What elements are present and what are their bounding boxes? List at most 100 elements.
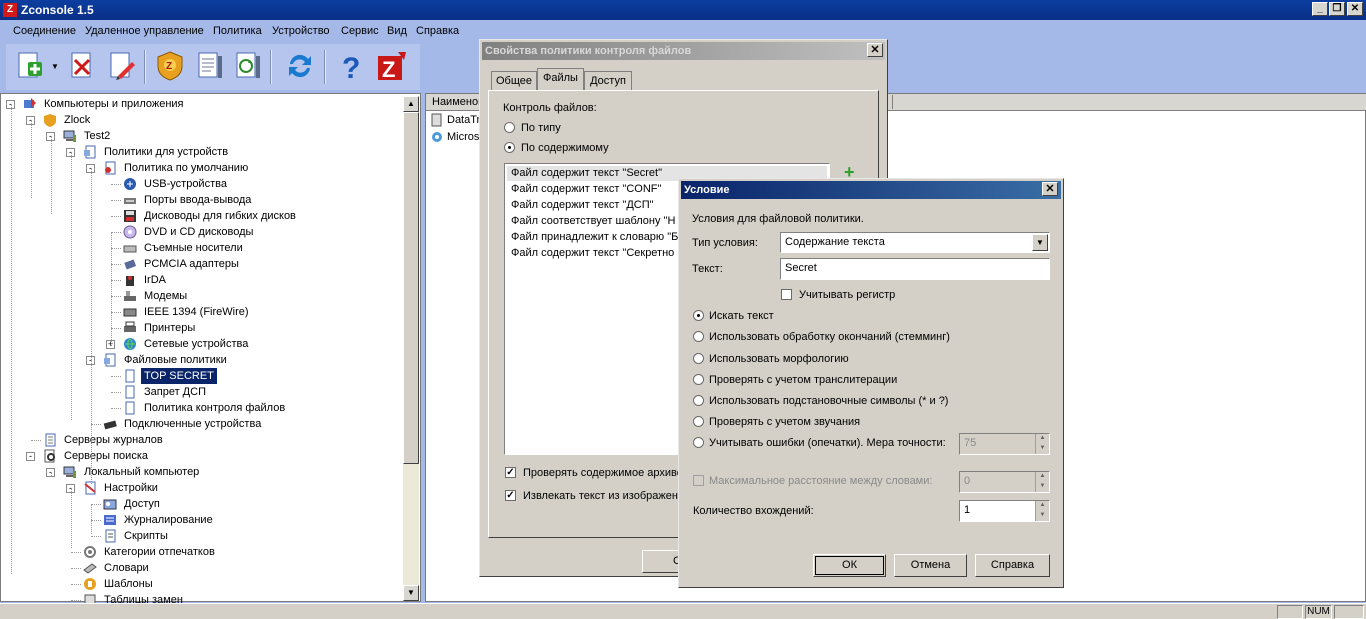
tab-general[interactable]: Общее [491,71,537,91]
tree-node-label: Принтеры [144,322,196,334]
computers-apps-icon [24,98,36,108]
sync-policy-icon[interactable] [232,50,264,82]
tab-files[interactable]: Файлы [537,68,584,91]
menu-device[interactable]: Устройство [272,25,330,37]
condition-item[interactable]: Файл содержит текст "ДСП" [511,199,654,211]
tree-node-label: Словари [104,562,149,574]
tree-connector [91,424,101,425]
zlock-shield-icon[interactable]: Z [154,50,186,82]
scroll-up-icon[interactable]: ▲ [403,96,419,112]
by-type-radio[interactable] [504,122,515,133]
menu-help[interactable]: Справка [416,25,459,37]
tree-connector [111,184,121,185]
ok-button[interactable]: ОК [813,554,886,577]
condition-item[interactable]: Файл соответствует шаблону "Н [511,215,675,227]
help-icon[interactable]: ? [336,50,368,82]
firewire-icon [123,308,137,317]
by-content-radio[interactable] [504,142,515,153]
menu-remote-control[interactable]: Удаленное управление [85,25,204,37]
minimize-button[interactable]: _ [1312,2,1328,16]
cancel-button[interactable]: Отмена [894,554,967,577]
condition-item[interactable]: Файл содержит текст "CONF" [511,183,661,195]
scroll-thumb[interactable] [403,112,419,464]
occurrences-stepper[interactable]: 1 ▲ ▼ [959,500,1050,522]
scripts-icon [105,529,116,543]
case-sensitive-checkbox[interactable] [781,289,792,300]
tree-connector [71,568,81,569]
policy-settings-icon[interactable] [194,50,226,82]
option-radio[interactable] [693,331,704,342]
tree-node-label: USB-устройства [144,178,227,190]
tree-connector [71,600,81,601]
menu-view[interactable]: Вид [387,25,407,37]
option-radio[interactable] [693,374,704,385]
edit-icon[interactable] [106,50,138,82]
policy-dialog-title: Свойства политики контроля файлов [482,42,885,60]
computer-icon [63,130,76,142]
tree-node-label: Модемы [144,290,188,302]
network-devices-icon [124,338,136,350]
tree-node-label: IrDA [144,274,166,286]
condition-item[interactable]: Файл принадлежит к словарю "Б [511,231,678,243]
zecurion-icon[interactable]: Z [376,50,408,82]
max-distance-value: 0 [964,475,971,487]
option-radio[interactable] [693,395,704,406]
tree-connector [91,520,101,521]
scroll-down-icon[interactable]: ▼ [403,585,419,601]
close-app-button[interactable]: ✕ [1347,2,1363,16]
zlock-icon [44,114,56,127]
condition-item[interactable]: Файл содержит текст "Secret" [511,167,662,179]
tree-node-label: Политика по умолчанию [124,162,249,174]
tree-guide-line [31,120,32,198]
tree-connector [111,200,121,201]
condition-item[interactable]: Файл содержит текст "Секретно [511,247,674,259]
restore-button[interactable]: ❐ [1329,2,1345,16]
help-button[interactable]: Справка [975,554,1050,577]
column-name-header[interactable]: Наименов [432,96,484,108]
condition-subtitle: Условия для файловой политики. [692,213,864,225]
tree-connector [111,280,121,281]
condition-type-select[interactable]: Содержание текста ▼ [780,232,1050,253]
tree-node-label: Test2 [84,130,111,142]
option-radio[interactable] [693,416,704,427]
max-distance-label: Максимальное расстояние между словами: [709,475,933,487]
check-archives-checkbox[interactable]: ✓ [505,467,516,478]
menu-connection[interactable]: Соединение [13,25,76,37]
option-radio[interactable] [693,353,704,364]
tree-connector [111,232,121,233]
menu-service[interactable]: Сервис [341,25,379,37]
navigation-tree: - Компьютеры и приложения - Zlock - Test2- Пол… [0,93,421,606]
toolbar-separator [324,50,326,84]
text-input[interactable]: Secret [780,258,1050,280]
delete-icon[interactable] [66,50,98,82]
condition-dialog-close-button[interactable]: ✕ [1042,182,1058,196]
tree-connector [111,392,121,393]
chevron-down-icon[interactable]: ▼ [1032,234,1048,251]
policy-dialog-close-button[interactable]: ✕ [867,43,883,57]
access-icon [103,499,117,510]
tree-node-label: Запрет ДСП [144,386,206,398]
text-label: Текст: [692,263,723,275]
add-icon[interactable] [14,50,46,82]
check-archives-label: Проверять содержимое архиво [523,467,683,479]
refresh-icon[interactable] [284,50,316,82]
max-distance-checkbox [693,475,704,486]
dvd-icon [123,225,137,239]
tree-scrollbar[interactable]: ▲ ▼ [403,96,419,601]
menu-policy[interactable]: Политика [213,25,262,37]
add-dropdown-icon[interactable]: ▼ [51,62,59,71]
occurrences-spin-buttons[interactable]: ▲ ▼ [1035,501,1049,521]
condition-dialog: Условие ✕ Условия для файловой политики.… [678,178,1064,588]
condition-type-value: Содержание текста [785,236,885,248]
tree-node-label: Категории отпечатков [104,546,215,558]
collapse-icon[interactable]: - [26,452,35,461]
tree-guide-line [91,504,92,534]
option-radio[interactable] [693,310,704,321]
tab-access[interactable]: Доступ [584,71,632,91]
tree-connector [111,312,121,313]
connected-devices-icon [103,420,117,430]
option-radio[interactable] [693,437,704,448]
settings-icon [84,481,96,495]
extract-image-text-checkbox[interactable]: ✓ [505,490,516,501]
option-label: Использовать обработку окончаний (стемми… [709,331,950,343]
